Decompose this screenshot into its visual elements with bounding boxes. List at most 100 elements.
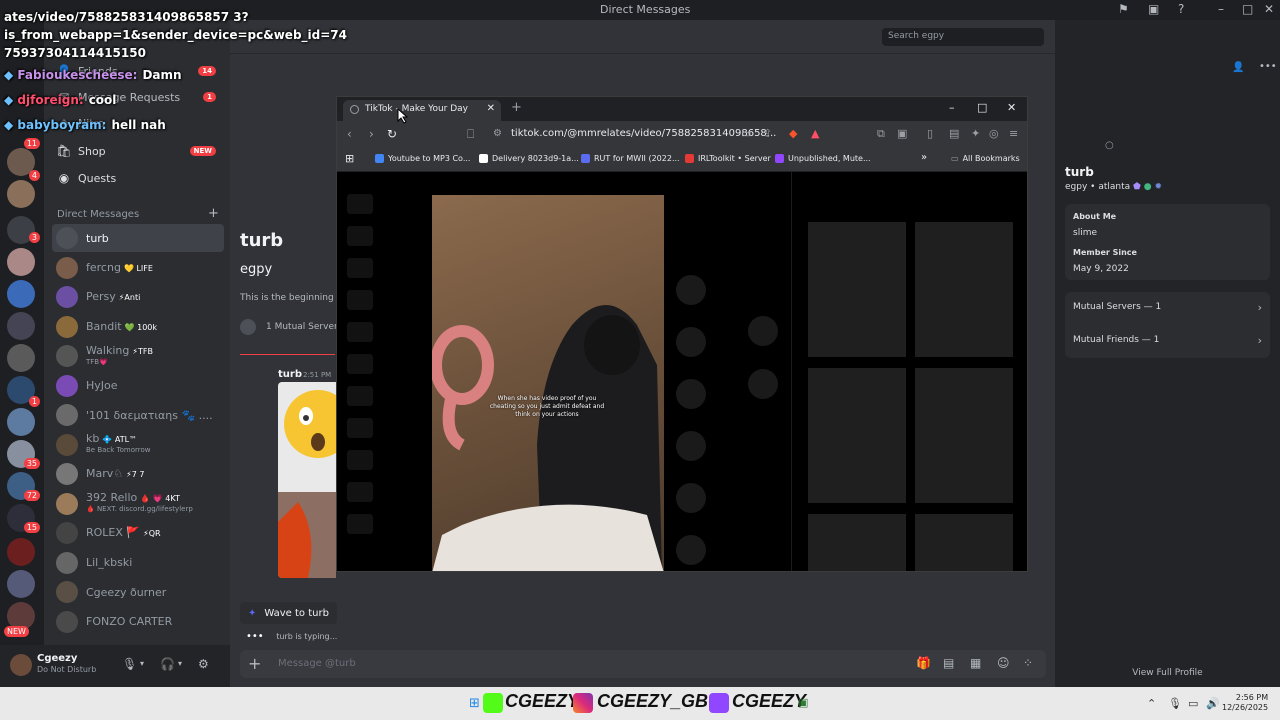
server-icon[interactable] (7, 312, 35, 340)
dm-item[interactable]: Persy ⚡Anti (52, 283, 224, 311)
volume-icon[interactable]: 🔊 (1206, 697, 1220, 710)
avatar[interactable] (10, 654, 32, 676)
xbox-icon[interactable]: ▣ (798, 696, 808, 709)
server-icon[interactable] (7, 408, 35, 436)
tray-chevron-icon[interactable]: ⌃ (1147, 697, 1156, 710)
dm-item[interactable]: turb (52, 224, 224, 252)
upload-plus-icon[interactable]: + (248, 654, 261, 673)
message-composer[interactable]: + Message @turb 🎁 ▤ ▦ ☺ ⁘ (240, 650, 1046, 678)
dm-item[interactable]: 392 Rello 🩸 💗 4KT 🩸 NEXT. discord.gg/lifes… (52, 490, 224, 518)
dm-item[interactable]: Marv♘ ⚡7 7 (52, 460, 224, 488)
extensions-icon[interactable]: ⧉ (877, 127, 885, 141)
dm-item[interactable]: '101 δαεματιαηs 🐾 .... (52, 401, 224, 429)
message-author[interactable]: turb (278, 369, 302, 380)
emoji-icon[interactable]: ☺ (997, 656, 1010, 670)
dm-item[interactable]: kb 💠 ATL™ Be Back Tomorrow (52, 431, 224, 459)
profile-username-location: egpy • atlanta (1065, 182, 1131, 192)
browser-tab[interactable]: TikTok - Make Your Day ✕ (343, 100, 501, 121)
maximize-button[interactable]: □ (1242, 2, 1253, 16)
forward-icon[interactable]: › (369, 127, 374, 141)
skeleton-nav-item (347, 194, 373, 214)
bookmark-item[interactable]: RUT for MWII (2022... (581, 154, 680, 163)
microphone-icon[interactable]: 🎙 (122, 657, 137, 671)
friend-icon[interactable]: 👤 (1232, 62, 1244, 73)
ai-icon[interactable]: ✦ (971, 127, 980, 140)
server-icon[interactable] (7, 538, 35, 566)
wave-button[interactable]: ✦ Wave to turb (240, 602, 337, 624)
help-icon[interactable]: ? (1178, 2, 1184, 16)
inbox-icon[interactable]: ▣ (1148, 2, 1159, 16)
reload-icon[interactable]: ↻ (387, 127, 397, 141)
display-tray-icon[interactable]: ▭ (1188, 697, 1198, 710)
dm-item[interactable]: Cgeezy ðurner (52, 578, 224, 606)
more-bookmarks-icon[interactable]: » (921, 152, 927, 163)
bookmark-item[interactable]: IRLToolkit • Server (685, 154, 771, 163)
nav-quests[interactable]: ◉ Quests (50, 165, 224, 191)
chevron-down-icon[interactable]: ▾ (178, 659, 182, 668)
dm-item[interactable]: Walking ⚡TFB TFB💗 (52, 342, 224, 370)
bookmark-item[interactable]: Unpublished, Mute... (775, 154, 871, 163)
dm-tag: 🩸 💗 4KT (140, 494, 180, 503)
server-icon[interactable] (7, 280, 35, 308)
tiktok-video[interactable]: When she has video proof of you cheating… (432, 195, 664, 571)
rewards-icon[interactable]: ▲ (811, 127, 819, 140)
address-bar[interactable]: ⚙ tiktok.com/@mmrelates/video/7588258314… (487, 125, 776, 145)
wallet-icon[interactable]: ▣ (897, 127, 907, 140)
vpn-icon[interactable]: ◎ (989, 127, 999, 140)
browser-close-button[interactable]: ✕ (1007, 101, 1016, 114)
dm-item[interactable]: fercng 💛 LIFE (52, 254, 224, 282)
back-icon[interactable]: ‹ (347, 127, 352, 141)
dm-item[interactable]: FONZO CARTER (52, 608, 224, 636)
flag-icon[interactable]: ⚑ (1118, 2, 1129, 16)
close-button[interactable]: ✕ (1264, 2, 1274, 16)
gif-icon[interactable]: ▤ (943, 656, 954, 670)
server-icon[interactable] (7, 248, 35, 276)
cast-icon[interactable]: ▭ (741, 127, 751, 140)
mutual-servers-link[interactable]: 1 Mutual Server (240, 319, 338, 335)
more-icon[interactable]: ••• (1259, 61, 1277, 72)
browser-maximize-button[interactable]: □ (977, 101, 987, 114)
mutual-friends-row[interactable]: Mutual Friends — 1 › (1065, 325, 1270, 358)
new-dm-plus-icon[interactable]: + (208, 206, 219, 221)
bookmark-icon[interactable]: ⎕ (467, 127, 474, 142)
chevron-down-icon[interactable]: ▾ (140, 659, 144, 668)
all-bookmarks-folder[interactable]: ▭ All Bookmarks (951, 154, 1020, 163)
new-tab-button[interactable]: + (511, 100, 522, 115)
brave-shield-icon[interactable]: ◆ (789, 127, 797, 140)
close-tab-icon[interactable]: ✕ (487, 103, 495, 114)
dm-name: ROLEX 🚩 (86, 526, 141, 539)
headphones-icon[interactable]: 🎧 (160, 657, 175, 671)
gear-icon[interactable]: ⚙ (198, 657, 209, 671)
dm-item[interactable]: ROLEX 🚩 ⚡QR (52, 519, 224, 547)
bookmark-favicon-icon (775, 154, 784, 163)
microphone-tray-icon[interactable]: 🎙 (1168, 697, 1182, 710)
view-full-profile-link[interactable]: View Full Profile (1055, 668, 1280, 678)
gift-icon[interactable]: 🎁 (916, 656, 931, 670)
mutual-servers-label: 1 Mutual Server (266, 322, 338, 332)
dm-item[interactable]: Lil_kbski (52, 549, 224, 577)
dm-item[interactable]: Bandit 💚 100k (52, 313, 224, 341)
share-icon[interactable]: ⇪ (763, 127, 772, 140)
minimize-button[interactable]: – (1218, 2, 1224, 16)
server-icon[interactable] (7, 344, 35, 372)
sidebar-icon[interactable]: ▯ (927, 127, 933, 140)
mutual-servers-row[interactable]: Mutual Servers — 1 › (1065, 292, 1270, 325)
apps-icon[interactable]: ⁘ (1023, 656, 1033, 670)
windows-icon[interactable]: ⊞ (469, 696, 480, 711)
message-input[interactable]: Message @turb (278, 658, 356, 669)
nav-shop[interactable]: 🛍 Shop NEW (50, 138, 224, 164)
bookmark-item[interactable]: Youtube to MP3 Co... (375, 154, 470, 163)
server-icon[interactable] (7, 180, 35, 208)
dm-item[interactable]: HyJoe (52, 372, 224, 400)
search-input[interactable]: Search egpy (882, 28, 1044, 46)
bookmark-item[interactable]: Delivery 8023d9-1a... (479, 154, 579, 163)
server-icon[interactable] (7, 570, 35, 598)
dm-section-header: Direct Messages (57, 209, 140, 220)
menu-icon[interactable]: ≡ (1009, 127, 1018, 140)
bookmark-label: Youtube to MP3 Co... (388, 154, 471, 163)
sticker-icon[interactable]: ▦ (970, 656, 981, 670)
taskbar-clock[interactable]: 2:56 PM 12/26/2025 (1222, 693, 1268, 713)
apps-grid-icon[interactable]: ⊞ (345, 152, 354, 165)
media-icon[interactable]: ▤ (949, 127, 959, 140)
browser-minimize-button[interactable]: – (949, 101, 955, 114)
